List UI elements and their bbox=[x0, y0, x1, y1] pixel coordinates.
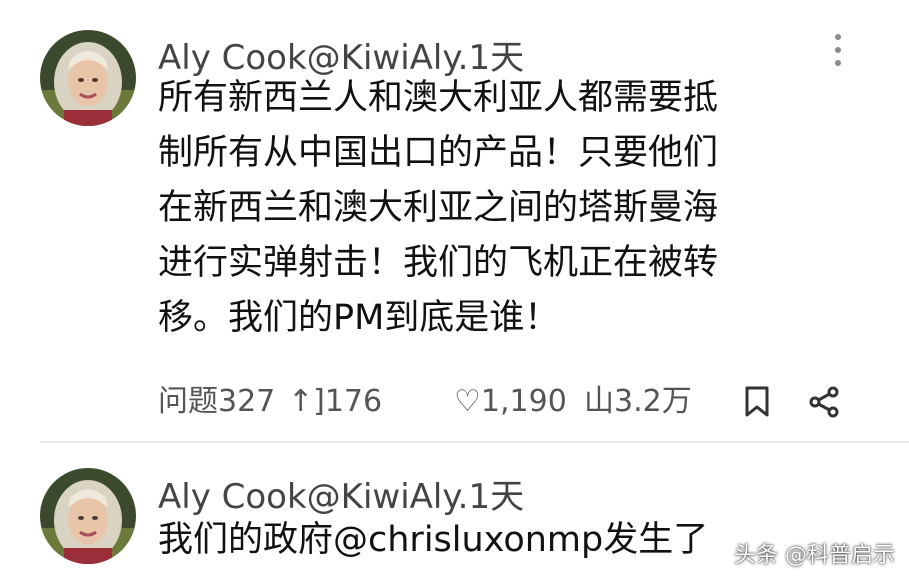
watermark: 头条 @科普启示 bbox=[734, 543, 895, 568]
reply-button[interactable]: 问题327 bbox=[158, 380, 275, 424]
views-count: 山3.2万 bbox=[584, 384, 692, 419]
retweet-icon: ↑ bbox=[288, 384, 314, 419]
more-vertical-icon bbox=[835, 34, 841, 40]
action-bar: 问题327 ↑]176 ♡1,190 山3.2万 bbox=[158, 380, 858, 424]
question-label: 问题327 bbox=[158, 384, 276, 419]
tweet-text: 所有新西兰人和澳大利亚人都需要抵 制所有从中国出口的产品！只要他们 在新西兰和澳… bbox=[158, 71, 858, 346]
tweet-header: Aly Cook@KiwiAly.1天 bbox=[158, 469, 524, 518]
retweet-count: ]176 bbox=[313, 384, 383, 419]
tweet[interactable]: Aly Cook@KiwiAly.1天 所有新西兰人和澳大利亚人都需要抵 制所有… bbox=[0, 0, 909, 440]
views-button[interactable]: 山3.2万 bbox=[584, 380, 692, 424]
share-button[interactable] bbox=[808, 386, 840, 418]
like-count: 1,190 bbox=[480, 384, 567, 419]
avatar[interactable] bbox=[40, 468, 136, 564]
bookmark-button[interactable] bbox=[744, 386, 770, 418]
share-icon bbox=[809, 386, 839, 418]
author-name[interactable]: Aly Cook bbox=[158, 477, 307, 517]
like-button[interactable]: ♡1,190 bbox=[454, 380, 567, 424]
bookmark-icon bbox=[745, 386, 769, 417]
more-dot bbox=[835, 47, 841, 53]
retweet-button[interactable]: ↑]176 bbox=[288, 380, 382, 424]
text-line: 制所有从中国出口的产品！只要他们 bbox=[158, 133, 719, 173]
author-handle[interactable]: @KiwiAly bbox=[307, 477, 458, 517]
post-time: .1天 bbox=[457, 477, 525, 517]
text-line: 进行实弹射击！我们的飞机正在被转 bbox=[158, 243, 719, 283]
more-dot bbox=[835, 60, 841, 66]
text-line: 在新西兰和澳大利亚之间的塔斯曼海 bbox=[158, 188, 719, 228]
like-icon: ♡ bbox=[454, 384, 481, 419]
text-line: 所有新西兰人和澳大利亚人都需要抵 bbox=[158, 78, 719, 118]
text-line: 移。我们的PM到底是谁！ bbox=[158, 298, 560, 338]
more-options-button[interactable] bbox=[828, 32, 848, 72]
avatar[interactable] bbox=[40, 30, 136, 126]
